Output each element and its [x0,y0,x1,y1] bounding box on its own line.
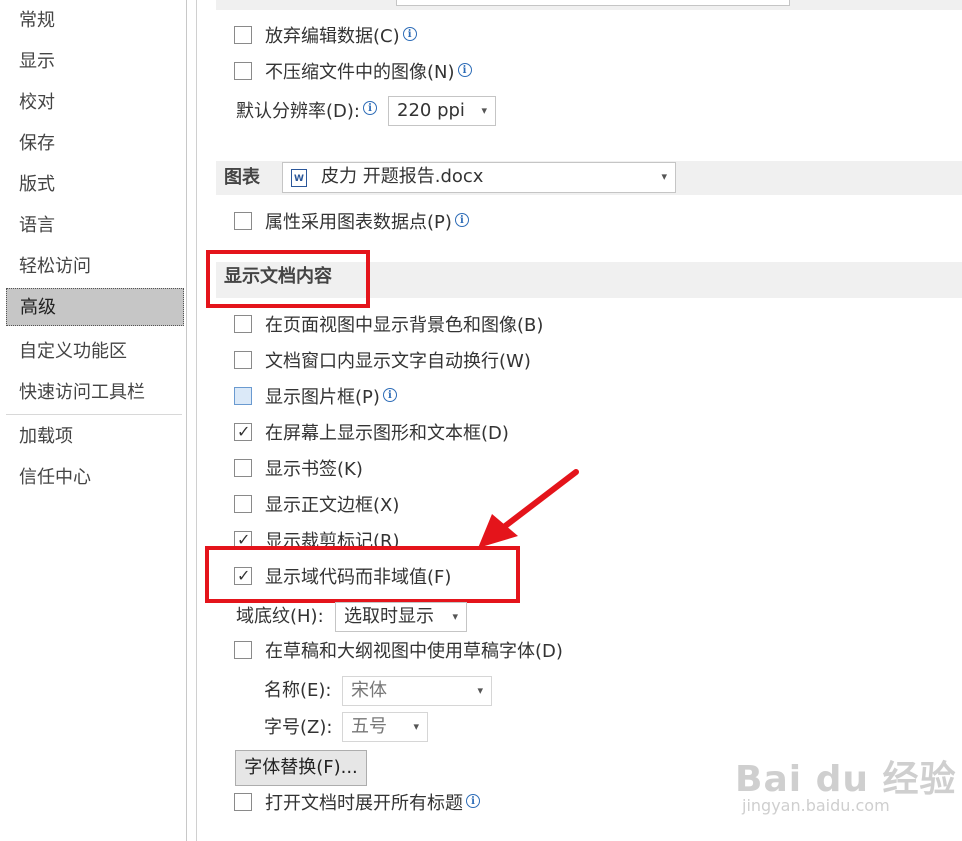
checkbox[interactable] [234,459,252,477]
option-no-compress[interactable]: 不压缩文件中的图像(N) i [234,60,554,86]
sidebar-item-accessibility[interactable]: 轻松访问 [6,248,184,286]
sidebar-item-trust-center[interactable]: 信任中心 [6,459,184,497]
checkbox[interactable] [234,315,252,333]
word-document-icon: W [291,169,307,187]
font-size-label: 字号(Z): [264,717,333,738]
chevron-down-icon: ▾ [661,170,667,183]
chevron-down-icon: ▾ [452,610,458,623]
resolution-select[interactable]: 220 ppi ▾ [388,96,496,126]
sidebar-item-customize-ribbon[interactable]: 自定义功能区 [6,333,184,371]
info-icon: i [466,794,480,808]
checkbox[interactable] [234,26,252,44]
chevron-down-icon: ▾ [413,720,419,733]
image-doc-select[interactable] [396,0,790,6]
info-icon: i [402,27,417,41]
option-expand-headings[interactable]: 打开文档时展开所有标题 i [234,791,494,817]
checkbox[interactable] [234,793,252,811]
font-name-label: 名称(E): [264,680,332,701]
checkbox[interactable] [234,387,252,405]
section-title: 图表 [224,167,260,188]
field-shading-label: 域底纹(H): [236,606,324,627]
info-icon: i [362,101,377,115]
option-show-bookmarks[interactable]: 显示书签(K) [234,457,394,483]
sidebar-item-general[interactable]: 常规 [6,2,184,40]
checkbox[interactable] [234,351,252,369]
section-header-image-size [216,0,962,10]
resolution-label: 默认分辨率(D): i [236,98,377,126]
option-draft-font[interactable]: 在草稿和大纲视图中使用草稿字体(D) [234,639,574,665]
option-text-boundaries[interactable]: 显示正文边框(X) [234,493,434,519]
content-border [196,0,197,841]
option-picture-placeholders[interactable]: 显示图片框(P) i [234,385,434,411]
sidebar-item-addins[interactable]: 加载项 [6,418,184,456]
info-icon: i [457,63,472,77]
option-chart-data-points[interactable]: 属性采用图表数据点(P) i [234,210,494,236]
font-size-select[interactable]: 五号 ▾ [342,712,428,742]
sidebar-item-advanced[interactable]: 高级 [6,288,184,326]
font-substitution-button[interactable]: 字体替换(F)... [235,750,367,786]
sidebar-item-quick-access-toolbar[interactable]: 快速访问工具栏 [6,374,184,412]
checkbox[interactable] [234,641,252,659]
option-show-background[interactable]: 在页面视图中显示背景色和图像(B) [234,313,574,339]
option-discard-edit-data[interactable]: 放弃编辑数据(C) i [234,24,534,50]
baidu-watermark: Bai du 经验 [735,759,957,800]
chart-doc-select[interactable]: W 皮力 开题报告.docx ▾ [282,162,676,193]
chevron-down-icon: ▾ [481,104,487,117]
chevron-down-icon: ▾ [477,684,483,697]
checkbox[interactable] [234,62,252,80]
sidebar-divider [6,414,182,415]
checkbox[interactable] [234,495,252,513]
baidu-watermark-url: jingyan.baidu.com [742,796,890,815]
sidebar-item-save[interactable]: 保存 [6,125,184,163]
sidebar-item-layout[interactable]: 版式 [6,166,184,204]
info-icon: i [382,388,397,402]
sidebar-item-display[interactable]: 显示 [6,43,184,81]
checkbox[interactable]: ✓ [234,422,252,441]
field-shading-select[interactable]: 选取时显示 ▾ [335,602,467,632]
sidebar-item-language[interactable]: 语言 [6,207,184,245]
info-icon: i [454,213,469,227]
annotation-arrow-icon [478,469,579,548]
font-name-select[interactable]: 宋体 ▾ [342,676,492,706]
check-icon: ✓ [237,422,251,441]
sidebar: 常规 显示 校对 保存 版式 语言 轻松访问 高级 自定义功能区 快速访问工具栏… [0,0,187,841]
sidebar-item-proofing[interactable]: 校对 [6,84,184,122]
annotation-box-section [206,250,370,308]
option-wrap-text[interactable]: 文档窗口内显示文字自动换行(W) [234,349,574,375]
option-show-drawings[interactable]: ✓ 在屏幕上显示图形和文本框(D) [234,421,554,447]
checkbox[interactable] [234,212,252,230]
